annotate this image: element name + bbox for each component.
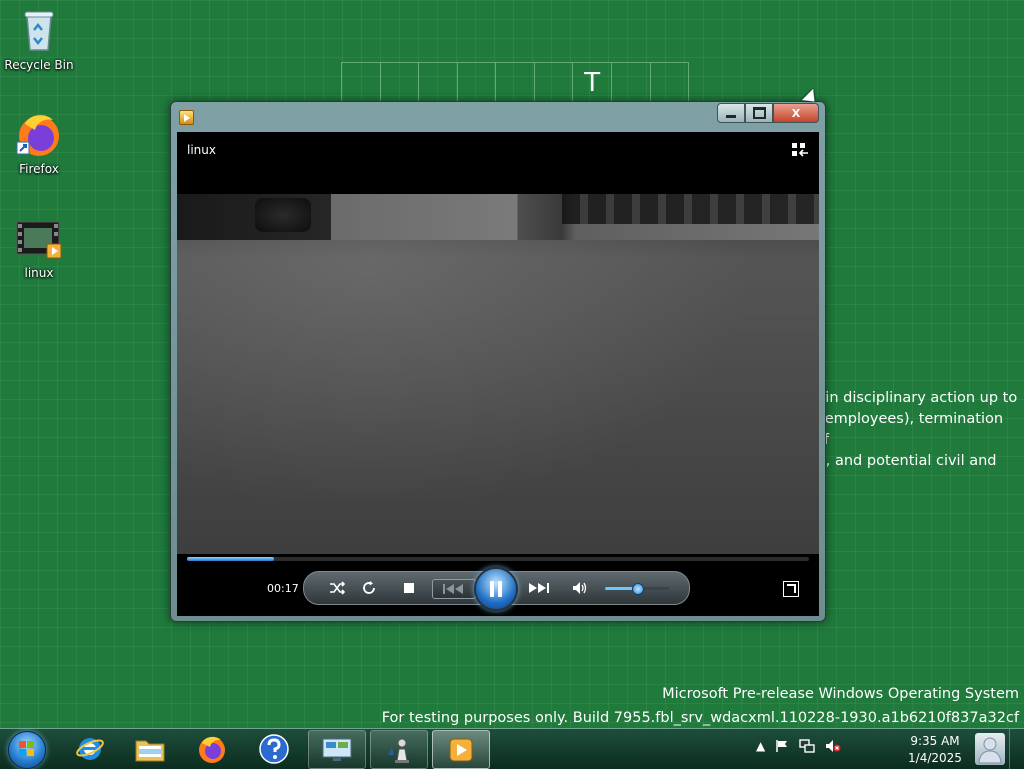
folder-icon xyxy=(135,740,165,761)
taskbar-firefox[interactable] xyxy=(184,730,240,767)
switch-to-library-icon[interactable] xyxy=(791,142,809,158)
repeat-button[interactable] xyxy=(356,572,382,604)
start-button[interactable] xyxy=(8,731,46,769)
desktop-icon-label: Firefox xyxy=(19,162,59,176)
taskbar-file-explorer[interactable] xyxy=(122,730,178,767)
desktop-icon-firefox[interactable]: Firefox xyxy=(1,110,77,176)
media-player-window[interactable]: X linux 00:17 xyxy=(170,101,826,622)
volume-slider-thumb[interactable] xyxy=(632,583,644,595)
taskbar-windows-media-player[interactable] xyxy=(432,730,490,769)
title-bar[interactable]: X xyxy=(171,102,825,132)
previous-icon xyxy=(443,584,463,594)
volume-slider[interactable] xyxy=(605,583,669,595)
media-player-icon xyxy=(449,738,473,761)
media-player-app-icon[interactable] xyxy=(179,110,194,125)
background-text: t in disciplinary action up to f employe… xyxy=(815,390,1018,469)
next-button[interactable] xyxy=(522,572,556,604)
close-button[interactable]: X xyxy=(773,103,819,123)
volume-muted-icon[interactable] xyxy=(825,739,841,753)
previous-button[interactable] xyxy=(432,579,476,599)
repeat-icon xyxy=(363,581,375,594)
background-grid-widget: T xyxy=(341,62,689,104)
help-icon xyxy=(259,733,289,764)
notification-area: ▲ xyxy=(756,739,841,753)
user-avatar[interactable] xyxy=(975,733,1005,765)
desktop-icon-recycle-bin[interactable]: Recycle Bin xyxy=(1,6,77,72)
windows-logo-icon xyxy=(19,741,35,757)
grid-letter: T xyxy=(573,63,612,103)
taskbar-clock[interactable]: 9:35 AM 1/4/2025 xyxy=(900,733,970,767)
chess-piece-icon xyxy=(388,738,409,763)
show-desktop-button[interactable] xyxy=(1009,729,1024,769)
build-watermark: Microsoft Pre-release Windows Operating … xyxy=(381,686,1019,726)
action-center-flag-icon[interactable] xyxy=(775,739,789,753)
maximize-button[interactable] xyxy=(745,103,773,123)
network-icon[interactable] xyxy=(799,739,815,753)
clock-date: 1/4/2025 xyxy=(908,751,962,765)
firefox-icon xyxy=(199,736,225,763)
caption-buttons: X xyxy=(717,103,819,123)
shuffle-icon xyxy=(330,581,345,595)
close-icon: X xyxy=(791,106,801,120)
pause-button[interactable] xyxy=(474,567,518,611)
switch-to-full-mode-icon[interactable] xyxy=(783,581,799,597)
desktop-icon-label: linux xyxy=(24,266,54,280)
taskbar-internet-explorer[interactable] xyxy=(62,730,118,767)
next-icon xyxy=(529,583,549,593)
speaker-icon xyxy=(573,582,587,594)
taskbar: ▲ 9:35 AM 1/4/2025 xyxy=(0,728,1024,769)
taskbar-help-and-support[interactable] xyxy=(246,730,302,767)
internet-explorer-icon xyxy=(76,737,104,760)
mute-button[interactable] xyxy=(568,572,592,604)
desktop-icon-label: Recycle Bin xyxy=(4,58,74,72)
elapsed-time: 00:17 xyxy=(267,582,299,595)
player-content[interactable]: linux 00:17 xyxy=(177,132,819,616)
seek-bar[interactable] xyxy=(187,557,809,561)
show-hidden-icons-icon[interactable]: ▲ xyxy=(756,739,765,753)
clock-time: 9:35 AM xyxy=(910,734,960,748)
minimize-icon xyxy=(726,114,736,118)
taskbar-remote-desktop[interactable] xyxy=(308,730,366,769)
recycle-bin-icon xyxy=(15,6,63,54)
playback-controls xyxy=(303,567,690,611)
video-file-icon xyxy=(15,214,63,262)
stop-icon xyxy=(404,583,414,593)
stop-button[interactable] xyxy=(396,572,422,604)
desktop-icon-linux-video[interactable]: linux xyxy=(1,214,77,280)
pause-icon xyxy=(490,581,502,597)
remote-desktop-icon xyxy=(322,738,352,761)
user-icon xyxy=(978,737,1002,764)
seek-bar-progress xyxy=(187,557,275,561)
minimize-button[interactable] xyxy=(717,103,745,123)
taskbar-chess-game[interactable] xyxy=(370,730,428,769)
video-frame[interactable] xyxy=(177,194,819,554)
shuffle-button[interactable] xyxy=(324,572,350,604)
video-title: linux xyxy=(187,143,216,157)
firefox-icon xyxy=(15,110,63,158)
maximize-icon xyxy=(752,107,766,119)
